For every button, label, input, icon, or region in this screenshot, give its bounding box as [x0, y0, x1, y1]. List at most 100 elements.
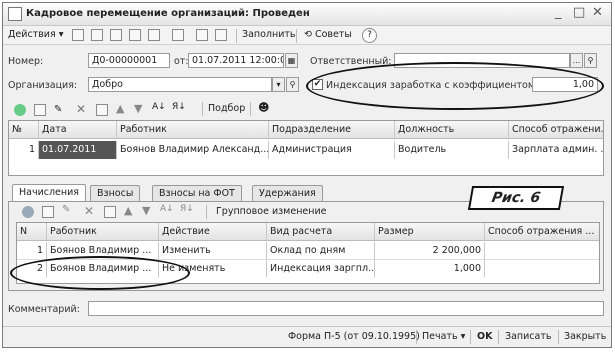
window-title: Кадровое перемещение организаций: Провед…	[26, 8, 310, 19]
sort-asc-icon[interactable]: A↓	[160, 204, 174, 214]
tab-deductions[interactable]: Удержания	[252, 185, 323, 201]
toolbar-separator	[202, 102, 203, 116]
separator	[416, 330, 417, 344]
tips-label: Советы	[314, 29, 352, 40]
table-cell: Изменить	[159, 242, 267, 259]
close-form-button[interactable]: Закрыть	[564, 331, 606, 342]
org-field[interactable]: Добро	[88, 77, 272, 92]
column-header[interactable]: Действие	[159, 223, 267, 240]
save-icon[interactable]	[110, 29, 122, 41]
preview-icon[interactable]	[196, 29, 208, 41]
move-down-icon[interactable]: ▼	[134, 102, 142, 115]
table-cell: Зарплата админ. ...	[512, 144, 603, 155]
ok-button[interactable]: OK	[477, 331, 492, 342]
sort-desc-icon[interactable]: Я↓	[172, 102, 186, 112]
toolbar-separator	[236, 29, 237, 43]
highlight-ellipse	[10, 256, 190, 290]
table-cell: 1,000	[375, 260, 485, 277]
actions-menu[interactable]: Действия ▾	[8, 29, 63, 40]
column-header[interactable]: Способ отражени...	[509, 121, 603, 138]
search-icon[interactable]: ⚲	[584, 53, 597, 68]
unpost-icon[interactable]	[148, 29, 160, 41]
column-header[interactable]: Подразделение	[269, 121, 395, 138]
tab-accruals[interactable]: Начисления	[12, 184, 86, 202]
tips-button[interactable]: ⟲ Советы	[304, 29, 352, 40]
table-header: № Дата Работник Подразделение Должность …	[9, 121, 603, 139]
table-header: N Работник Действие Вид расчета Размер С…	[17, 223, 599, 241]
separator	[558, 330, 559, 344]
close-button[interactable]: ✕	[592, 5, 603, 20]
date-field[interactable]: 01.07.2011 12:00:00	[188, 53, 284, 68]
column-header[interactable]: Работник	[117, 121, 269, 138]
add-icon[interactable]	[22, 206, 34, 218]
column-header[interactable]: №	[9, 121, 39, 138]
end-edit-icon[interactable]	[96, 104, 108, 116]
edit-icon[interactable]: ✎	[54, 104, 66, 116]
delete-icon[interactable]: ✕	[76, 102, 86, 116]
column-header[interactable]: Должность	[395, 121, 509, 138]
move-up-icon[interactable]: ▲	[124, 204, 132, 217]
column-header[interactable]: Дата	[39, 121, 117, 138]
move-down-icon[interactable]: ▼	[142, 204, 150, 217]
help-icon[interactable]: ?	[362, 28, 377, 43]
table-cell: 2 200,000	[375, 242, 485, 259]
table-cell: Администрация	[269, 141, 395, 159]
sort-desc-icon[interactable]: Я↓	[180, 204, 194, 214]
table-cell: 1	[17, 242, 47, 259]
document-icon	[8, 7, 22, 21]
column-header[interactable]: Вид расчета	[267, 223, 375, 240]
separator	[470, 330, 471, 344]
report-icon[interactable]	[215, 29, 227, 41]
copy-icon[interactable]	[91, 29, 103, 41]
column-header[interactable]: Способ отражения ...	[485, 223, 599, 240]
actions-label: Действия	[8, 29, 56, 40]
move-up-icon[interactable]: ▲	[116, 102, 124, 115]
employee-icon[interactable]: ☻	[258, 101, 269, 114]
tab-fot-contributions[interactable]: Взносы на ФОТ	[152, 185, 242, 201]
number-label: Номер:	[8, 56, 44, 67]
maximize-button[interactable]: □	[573, 5, 585, 20]
calendar-icon[interactable]: ▦	[285, 53, 298, 68]
copy-row-icon[interactable]	[42, 206, 54, 218]
print-menu[interactable]: Печать ▾	[422, 331, 465, 342]
new-doc-icon[interactable]	[72, 29, 84, 41]
copy-row-icon[interactable]	[34, 104, 46, 116]
table-cell	[485, 242, 599, 259]
number-field[interactable]: Д0-00000001	[88, 53, 170, 68]
org-label: Организация:	[8, 80, 78, 91]
search-icon[interactable]: ⚲	[286, 77, 299, 92]
add-icon[interactable]	[14, 104, 26, 116]
form-link[interactable]: Форма П-5 (от 09.10.1995)	[288, 331, 420, 342]
dropdown-icon[interactable]: ▾	[272, 77, 285, 92]
column-header[interactable]: N	[17, 223, 47, 240]
comment-field[interactable]	[88, 301, 604, 316]
select-button[interactable]: ...	[570, 53, 583, 68]
column-header[interactable]: Размер	[375, 223, 485, 240]
group-change-button[interactable]: Групповое изменение	[216, 206, 326, 217]
from-label: от:	[174, 56, 189, 67]
structure-icon[interactable]	[172, 29, 184, 41]
save-button[interactable]: Записать	[505, 331, 551, 342]
toolbar-separator	[250, 102, 251, 116]
post-icon[interactable]	[129, 29, 141, 41]
select-employees-button[interactable]: Подбор	[208, 103, 245, 114]
table-row[interactable]: 1 01.07.2011 Боянов Владимир Александ...…	[9, 141, 603, 159]
comment-label: Комментарий:	[8, 304, 80, 315]
table-cell: Оклад по дням	[267, 242, 375, 259]
transfers-table: № Дата Работник Подразделение Должность …	[8, 120, 604, 176]
fill-button[interactable]: Заполнить	[242, 29, 296, 40]
delete-icon[interactable]: ✕	[84, 204, 94, 218]
table-cell-selected[interactable]: 01.07.2011	[39, 141, 117, 159]
minimize-button[interactable]: _	[555, 5, 562, 20]
separator	[498, 330, 499, 344]
toolbar-separator	[206, 205, 207, 219]
table-cell: Индексация заргпл...	[267, 260, 375, 277]
end-edit-icon[interactable]	[104, 206, 116, 218]
column-header[interactable]: Работник	[47, 223, 159, 240]
tab-contributions[interactable]: Взносы	[90, 185, 141, 201]
table-cell: 1	[9, 141, 39, 159]
edit-icon[interactable]: ✎	[62, 204, 70, 215]
toolbar-separator	[296, 29, 297, 43]
print-label: Печать	[422, 331, 458, 342]
sort-asc-icon[interactable]: A↓	[152, 102, 166, 112]
